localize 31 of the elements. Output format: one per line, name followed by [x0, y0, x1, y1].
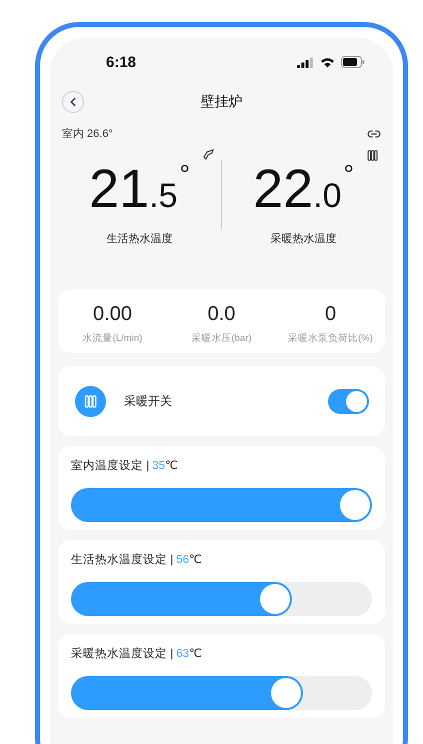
stat-value: 0.00 — [93, 303, 132, 326]
indoor-temperature: 室内 26.6° — [62, 126, 113, 141]
slider-track[interactable] — [71, 488, 372, 522]
faucet-icon — [203, 149, 215, 161]
setting-label: 采暖热水温度设定 | — [71, 646, 174, 661]
radiator-icon — [366, 149, 379, 162]
reading-label: 生活热水温度 — [106, 232, 172, 246]
back-button[interactable] — [62, 91, 84, 113]
stat-label: 水流量(L/min) — [82, 332, 142, 345]
battery-icon — [341, 56, 365, 68]
switch-label: 采暖开关 — [124, 392, 173, 410]
stat-value: 0 — [324, 303, 336, 326]
stat-value: 0.0 — [208, 303, 236, 326]
signal-icon — [297, 56, 314, 68]
slider-track[interactable] — [71, 582, 372, 616]
heating-toggle[interactable] — [328, 388, 369, 414]
page-title: 壁挂炉 — [200, 93, 244, 111]
setting-value: 35℃ — [152, 459, 178, 472]
temperature-reading: 21.5 ° — [89, 161, 190, 217]
radiator-icon — [83, 394, 98, 408]
setting-label: 室内温度设定 | — [71, 458, 150, 473]
setting-value: 56℃ — [176, 553, 202, 566]
stat-label: 采暖水压(bar) — [191, 332, 252, 345]
reading-label: 采暖热水温度 — [270, 232, 336, 246]
wifi-icon — [320, 56, 335, 68]
stat-label: 采暖水泵负荷比(%) — [288, 332, 373, 345]
setting-value: 63℃ — [176, 647, 202, 660]
status-time: 6:18 — [106, 54, 136, 70]
slider-track[interactable] — [71, 676, 372, 710]
setting-label: 生活热水温度设定 | — [71, 552, 174, 567]
temperature-reading: 22.0 ° — [253, 161, 354, 217]
